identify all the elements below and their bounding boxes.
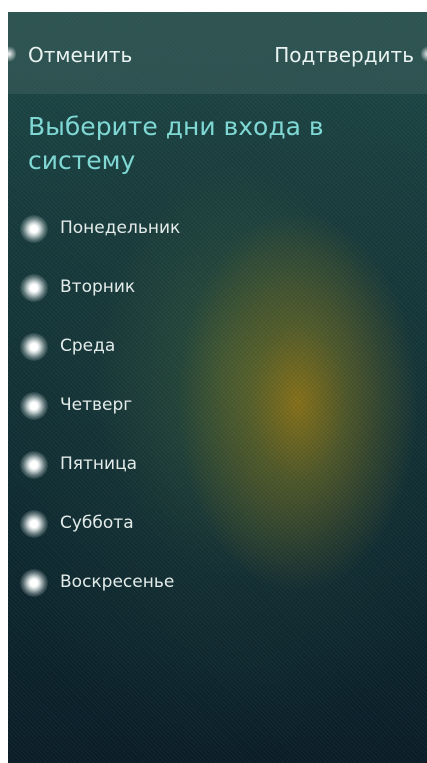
- day-label: Воскресенье: [60, 572, 175, 592]
- day-item-sunday[interactable]: Воскресенье: [8, 560, 427, 619]
- day-label: Понедельник: [60, 218, 181, 238]
- day-item-monday[interactable]: Понедельник: [8, 206, 427, 265]
- radio-dot-icon[interactable]: [20, 569, 48, 597]
- right-edge-glow-icon: [421, 45, 427, 63]
- day-item-tuesday[interactable]: Вторник: [8, 265, 427, 324]
- day-selection-screen: Отменить Подтвердить Выберите дни входа …: [8, 12, 427, 763]
- day-label: Вторник: [60, 277, 136, 297]
- day-label: Пятница: [60, 454, 138, 474]
- radio-dot-icon[interactable]: [20, 510, 48, 538]
- cancel-button[interactable]: Отменить: [28, 43, 132, 67]
- radio-dot-icon[interactable]: [20, 274, 48, 302]
- day-label: Среда: [60, 336, 116, 356]
- left-edge-glow-icon: [8, 45, 16, 63]
- day-item-thursday[interactable]: Четверг: [8, 383, 427, 442]
- day-item-saturday[interactable]: Суббота: [8, 501, 427, 560]
- radio-dot-icon[interactable]: [20, 215, 48, 243]
- header-bar: Отменить Подтвердить: [8, 12, 427, 94]
- confirm-button[interactable]: Подтвердить: [274, 43, 414, 67]
- radio-dot-icon[interactable]: [20, 333, 48, 361]
- day-item-friday[interactable]: Пятница: [8, 442, 427, 501]
- radio-dot-icon[interactable]: [20, 392, 48, 420]
- day-label: Четверг: [60, 395, 133, 415]
- page-title: Выберите дни входа в систему: [28, 112, 324, 175]
- day-item-wednesday[interactable]: Среда: [8, 324, 427, 383]
- radio-dot-icon[interactable]: [20, 451, 48, 479]
- day-label: Суббота: [60, 513, 134, 533]
- day-list: Понедельник Вторник Среда Четверг Пятниц…: [8, 206, 427, 619]
